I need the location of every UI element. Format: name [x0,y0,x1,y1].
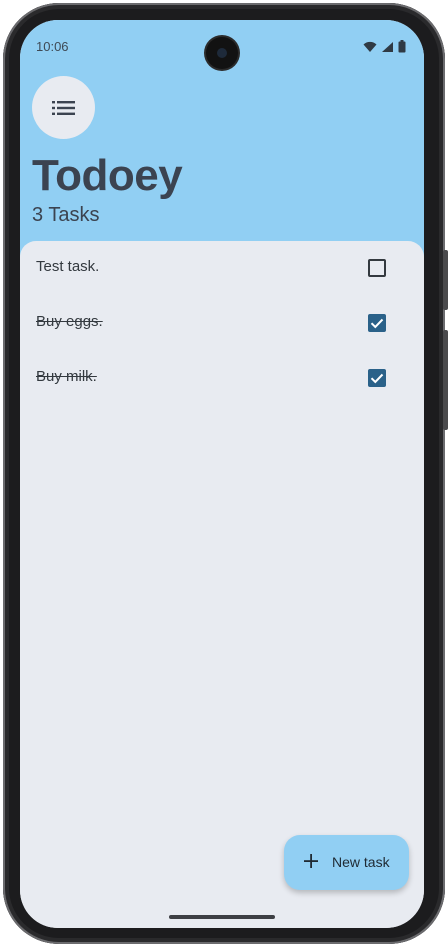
task-count: 3 Tasks [32,204,100,226]
wifi-icon [363,41,377,52]
app-title: Todoey [32,151,183,200]
task-label: Buy eggs. [36,313,103,330]
task-row[interactable]: Test task. [20,248,424,288]
front-camera [206,37,238,69]
task-checkbox[interactable] [368,369,386,387]
phone-device: 10:06 Todoey 3 Tasks Test task. Buy eggs… [0,0,448,947]
task-row[interactable]: Buy eggs. [20,303,424,343]
status-icons [363,40,406,53]
check-icon [370,318,384,329]
volume-button [443,330,448,430]
power-button [443,250,448,310]
list-icon [51,100,75,115]
task-label: Buy milk. [36,368,97,385]
menu-button[interactable] [32,76,95,139]
new-task-label: New task [332,854,390,870]
new-task-button[interactable]: New task [284,835,409,890]
signal-icon [382,41,393,52]
check-icon [370,373,384,384]
task-row[interactable]: Buy milk. [20,358,424,398]
task-checkbox[interactable] [368,259,386,277]
task-checkbox[interactable] [368,314,386,332]
task-list: Test task. Buy eggs. Buy milk. [20,241,424,928]
plus-icon [304,854,318,868]
home-indicator[interactable] [169,915,275,919]
app-screen: 10:06 Todoey 3 Tasks Test task. Buy eggs… [20,20,424,928]
battery-icon [398,40,406,53]
task-label: Test task. [36,258,100,275]
app-header: 10:06 Todoey 3 Tasks [20,20,424,270]
status-time: 10:06 [36,39,69,54]
